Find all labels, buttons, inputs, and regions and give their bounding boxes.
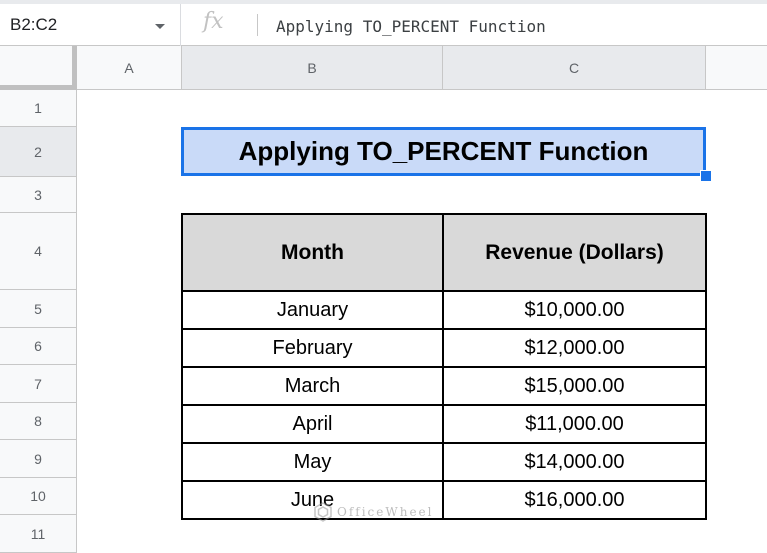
month-cell[interactable]: January: [181, 290, 444, 330]
revenue-cell[interactable]: $15,000.00: [442, 366, 707, 406]
table-row: May $14,000.00: [181, 442, 707, 482]
formula-bar: B2:C2 fx Applying TO_PERCENT Function: [0, 0, 767, 46]
revenue-table: Month Revenue (Dollars) January $10,000.…: [181, 213, 707, 520]
revenue-cell[interactable]: $14,000.00: [442, 442, 707, 482]
revenue-cell[interactable]: $16,000.00: [442, 480, 707, 520]
row-header-10[interactable]: 10: [0, 478, 77, 515]
row-header-3[interactable]: 3: [0, 177, 77, 213]
name-box-value: B2:C2: [10, 15, 58, 34]
table-row: January $10,000.00: [181, 290, 707, 330]
row-header-5[interactable]: 5: [0, 290, 77, 328]
month-cell[interactable]: February: [181, 328, 444, 368]
divider: [257, 14, 258, 36]
row-header-2[interactable]: 2: [0, 127, 77, 177]
row-header-7[interactable]: 7: [0, 365, 77, 403]
watermark-text: OfficeWheel: [337, 505, 434, 519]
row-header-1[interactable]: 1: [0, 90, 77, 127]
table-row: March $15,000.00: [181, 366, 707, 406]
table-row: June $16,000.00: [181, 480, 707, 520]
chevron-down-icon[interactable]: [155, 24, 165, 29]
revenue-cell[interactable]: $12,000.00: [442, 328, 707, 368]
row-header-6[interactable]: 6: [0, 328, 77, 365]
title-cell-selected[interactable]: Applying TO_PERCENT Function: [181, 127, 706, 176]
month-cell[interactable]: May: [181, 442, 444, 482]
column-header-b[interactable]: B: [182, 46, 443, 90]
row-header-4[interactable]: 4: [0, 213, 77, 290]
row-header-11[interactable]: 11: [0, 515, 77, 553]
row-header-9[interactable]: 9: [0, 440, 77, 478]
officewheel-logo-icon: [314, 502, 332, 522]
column-header-a[interactable]: A: [77, 46, 182, 90]
name-box[interactable]: B2:C2: [0, 4, 181, 46]
select-all-corner[interactable]: [0, 46, 77, 90]
month-cell[interactable]: April: [181, 404, 444, 444]
fill-handle[interactable]: [700, 170, 712, 182]
revenue-cell[interactable]: $10,000.00: [442, 290, 707, 330]
header-month[interactable]: Month: [181, 213, 444, 292]
fx-icon: fx: [203, 9, 224, 34]
formula-input[interactable]: Applying TO_PERCENT Function: [276, 17, 546, 36]
revenue-cell[interactable]: $11,000.00: [442, 404, 707, 444]
month-cell[interactable]: March: [181, 366, 444, 406]
column-header-d[interactable]: [706, 46, 767, 90]
table-row: April $11,000.00: [181, 404, 707, 444]
table-row: February $12,000.00: [181, 328, 707, 368]
column-header-c[interactable]: C: [443, 46, 706, 90]
header-revenue[interactable]: Revenue (Dollars): [442, 213, 707, 292]
watermark: OfficeWheel: [313, 502, 433, 522]
table-header-row: Month Revenue (Dollars): [181, 213, 707, 292]
row-header-8[interactable]: 8: [0, 403, 77, 440]
